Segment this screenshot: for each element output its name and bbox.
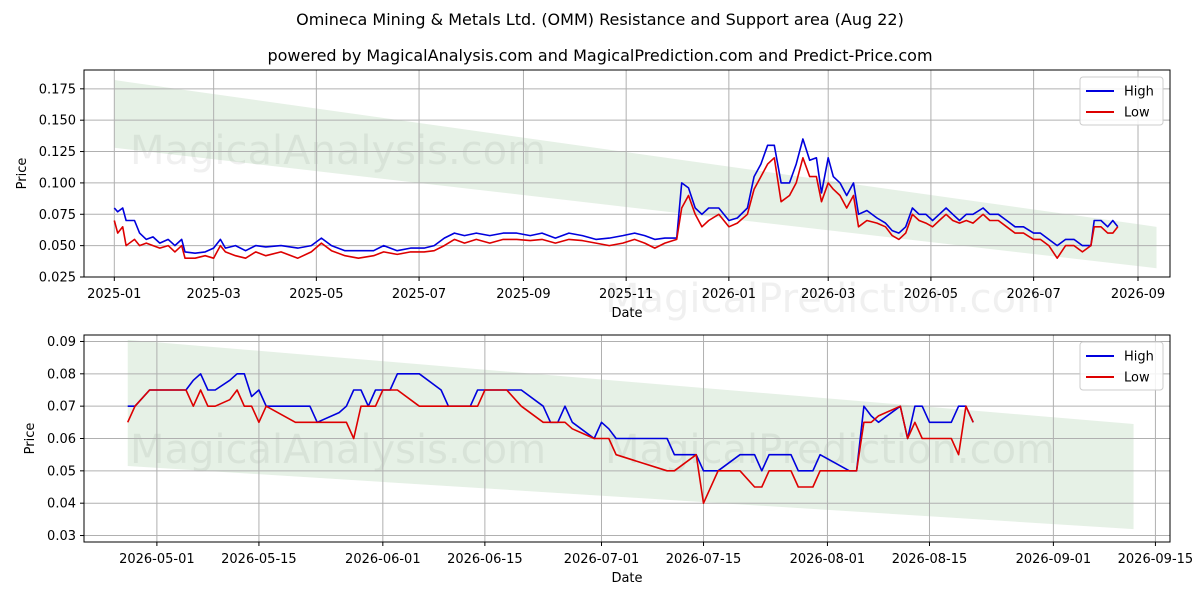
x-tick-label: 2025-11	[599, 287, 653, 302]
x-tick-label: 2026-09-01	[1016, 552, 1092, 567]
y-tick-label: 0.075	[39, 208, 76, 223]
x-tick-label: 2026-05-15	[221, 552, 297, 567]
y-tick-label: 0.175	[39, 82, 76, 97]
x-tick-label: 2026-03	[801, 287, 855, 302]
x-tick-label: 2026-06-01	[345, 552, 421, 567]
y-tick-label: 0.150	[39, 114, 76, 129]
x-tick-label: 2025-09	[496, 287, 550, 302]
x-tick-label: 2026-09	[1111, 287, 1165, 302]
y-tick-label: 0.03	[47, 529, 76, 544]
x-tick-label: 2026-08-15	[892, 552, 968, 567]
y-axis-label: Price	[15, 158, 30, 190]
chart-panel-2: MagicalAnalysis.com MagicalPrediction.com…	[23, 334, 1194, 586]
x-tick-label: 2026-07	[1006, 287, 1060, 302]
y-tick-label: 0.09	[47, 335, 76, 350]
y-tick-label: 0.07	[47, 400, 76, 415]
x-tick-label: 2025-05	[289, 287, 343, 302]
support-resistance-band	[127, 339, 1134, 530]
chart-figure: MagicalAnalysis.comMagicalPrediction.com…	[15, 69, 1194, 586]
legend: High Low	[1079, 341, 1164, 391]
legend-label-high: High	[1124, 85, 1154, 100]
y-tick-label: 0.025	[39, 271, 76, 286]
y-tick-label: 0.05	[47, 464, 76, 479]
y-tick-label: 0.050	[39, 239, 76, 254]
x-tick-label: 2026-07-01	[564, 552, 640, 567]
x-tick-label: 2026-05-01	[119, 552, 195, 567]
x-tick-label: 2025-07	[392, 287, 446, 302]
x-axis-label: Date	[611, 306, 642, 321]
x-tick-label: 2025-01	[87, 287, 141, 302]
y-tick-label: 0.06	[47, 432, 76, 447]
y-tick-label: 0.125	[39, 145, 76, 160]
x-tick-label: 2025-03	[186, 287, 240, 302]
legend-label-low: Low	[1124, 371, 1150, 386]
legend: High Low	[1079, 76, 1164, 126]
legend-label-high: High	[1124, 350, 1154, 365]
x-tick-label: 2026-07-15	[666, 552, 742, 567]
y-axis-label: Price	[23, 423, 38, 455]
y-tick-label: 0.08	[47, 367, 76, 382]
legend-label-low: Low	[1124, 106, 1150, 121]
y-tick-label: 0.04	[47, 497, 76, 512]
x-tick-label: 2026-09-15	[1118, 552, 1194, 567]
x-tick-label: 2026-05	[904, 287, 958, 302]
y-tick-label: 0.100	[39, 176, 76, 191]
x-tick-label: 2026-08-01	[790, 552, 866, 567]
chart-panel-1: MagicalAnalysis.comMagicalPrediction.com…	[15, 69, 1171, 322]
x-tick-label: 2026-06-15	[447, 552, 523, 567]
x-axis-label: Date	[611, 571, 642, 586]
x-tick-label: 2026-01	[702, 287, 756, 302]
